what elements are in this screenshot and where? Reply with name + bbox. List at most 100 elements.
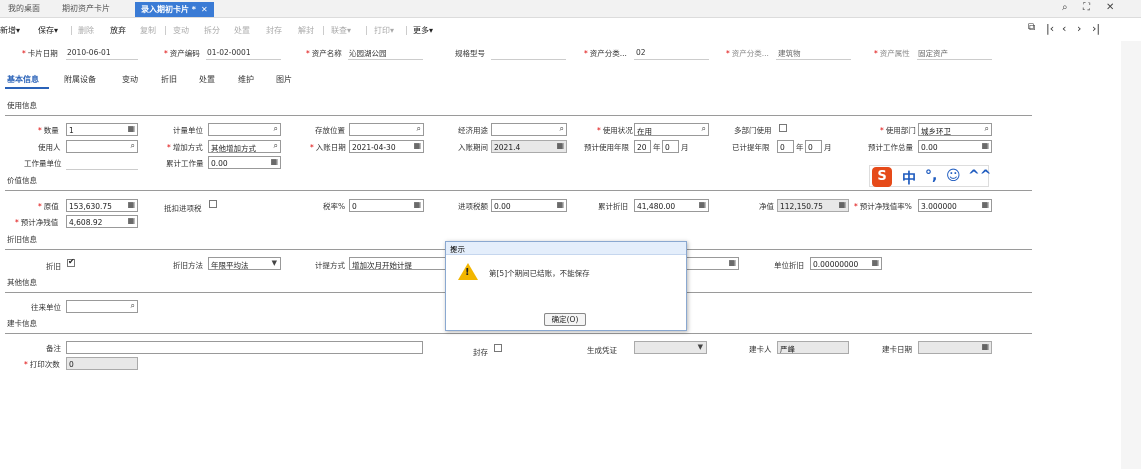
calculator-icon[interactable]: ▦ (981, 200, 989, 209)
first-record-icon[interactable]: |‹ (1046, 22, 1054, 35)
calculator-icon[interactable]: ▦ (556, 200, 564, 209)
asset-name-label-text: 资产名称 (311, 49, 342, 58)
category-value[interactable]: 02 (636, 48, 646, 57)
search-icon[interactable]: ⌕ (560, 124, 564, 134)
asset-name-value[interactable]: 沁园湖公园 (349, 48, 387, 59)
dispose-button[interactable]: 处置 (234, 25, 250, 36)
card-date-value[interactable]: 2010-06-01 (67, 48, 111, 57)
sogou-ime-toolbar[interactable]: S 中 °, ☺ ^^ (869, 165, 991, 188)
ime-chinese-mode[interactable]: 中 (902, 168, 916, 188)
ime-punctuation[interactable]: °, (925, 168, 937, 184)
tab-enter-opening-card[interactable]: 录入期初卡片 * ✕ (135, 2, 214, 17)
calculator-icon[interactable]: ▦ (127, 124, 135, 133)
life-years-input[interactable]: 20 (634, 140, 651, 153)
location-input[interactable]: ⌕ (349, 123, 424, 136)
unit-depr-input[interactable]: 0.00000000 ▦ (810, 257, 882, 270)
locate-icon[interactable]: ⧉ (1028, 22, 1035, 33)
remark-input[interactable] (66, 341, 423, 354)
search-icon[interactable]: ⌕ (274, 124, 278, 134)
user-input[interactable]: ⌕ (66, 140, 138, 153)
life-months-input[interactable]: 0 (662, 140, 679, 153)
hidden-field-input[interactable]: ▦ (687, 257, 739, 270)
econ-use-input[interactable]: ⌕ (491, 123, 567, 136)
last-record-icon[interactable]: ›| (1092, 22, 1100, 35)
depr-method-select[interactable]: 年限平均法 ▼ (208, 257, 281, 270)
new-button[interactable]: 新增▾ (0, 25, 20, 36)
right-scrollbar[interactable] (1121, 41, 1141, 469)
depr-flag-checkbox[interactable] (67, 257, 75, 267)
expected-work-input[interactable]: 0.00 ▦ (918, 140, 992, 153)
search-icon[interactable]: ⌕ (985, 124, 989, 134)
calculator-icon[interactable]: ▦ (871, 258, 879, 267)
active-tab-indicator (5, 87, 49, 89)
asset-code-value[interactable]: 01-02-0001 (207, 48, 251, 57)
usage-status-input[interactable]: 在用 ⌕ (634, 123, 709, 136)
calculator-icon[interactable]: ▦ (728, 258, 736, 267)
restore-icon[interactable]: ⛶ (1083, 2, 1090, 13)
more-button[interactable]: 更多▾ (413, 25, 433, 36)
workload-unit-input[interactable] (66, 169, 138, 170)
search-icon[interactable]: ⌕ (417, 124, 421, 134)
close-icon[interactable]: ✕ (201, 5, 208, 14)
search-icon[interactable]: ⌕ (131, 301, 135, 311)
spec-input[interactable] (491, 59, 566, 60)
calendar-icon[interactable]: ▦ (413, 141, 421, 150)
partner-input[interactable]: ⌕ (66, 300, 138, 313)
tab-disposal[interactable]: 处置 (199, 74, 215, 85)
save-button[interactable]: 保存▾ (38, 25, 58, 36)
entry-date-input[interactable]: 2021-04-30 ▦ (349, 140, 424, 153)
deduct-tax-checkbox[interactable] (209, 200, 217, 208)
next-record-icon[interactable]: › (1077, 22, 1081, 35)
tab-change[interactable]: 变动 (122, 74, 138, 85)
search-icon[interactable]: ⌕ (1062, 2, 1068, 13)
salvage-input[interactable]: 4,608.92 ▦ (66, 215, 138, 228)
accrual-select[interactable]: 增加次月开始计提 (349, 257, 446, 270)
prev-record-icon[interactable]: ‹ (1062, 22, 1066, 35)
input-tax-input[interactable]: 0.00 ▦ (491, 199, 567, 212)
ime-emoji-icon[interactable]: ☺ (946, 168, 961, 184)
copy-button[interactable]: 复制 (140, 25, 156, 36)
print-button[interactable]: 打印▾ (374, 25, 394, 36)
search-icon[interactable]: ⌕ (274, 141, 278, 151)
unit-input[interactable]: ⌕ (208, 123, 281, 136)
tab-my-desktop[interactable]: 我的桌面 (8, 3, 40, 14)
sealed-checkbox[interactable] (494, 344, 502, 352)
ime-skin-icon[interactable]: ^^ (968, 168, 991, 184)
cum-work-input[interactable]: 0.00 ▦ (208, 156, 281, 169)
used-months-input[interactable]: 0 (805, 140, 822, 153)
add-method-input[interactable]: 其他增加方式 ⌕ (208, 140, 281, 153)
calculator-icon[interactable]: ▦ (981, 141, 989, 150)
tab-opening-asset-cards[interactable]: 期初资产卡片 (62, 3, 110, 14)
calculator-icon[interactable]: ▦ (270, 157, 278, 166)
calculator-icon[interactable]: ▦ (127, 216, 135, 225)
tab-depreciation[interactable]: 折旧 (161, 74, 177, 85)
split-button[interactable]: 拆分 (204, 25, 220, 36)
dept-input[interactable]: 城乡环卫 ⌕ (918, 123, 992, 136)
tab-basic-info[interactable]: 基本信息 (7, 74, 39, 85)
search-icon[interactable]: ⌕ (131, 141, 135, 151)
unseal-button[interactable]: 解封 (298, 25, 314, 36)
cum-depr-input[interactable]: 41,480.00 ▦ (634, 199, 709, 212)
seal-button[interactable]: 封存 (266, 25, 282, 36)
tab-pictures[interactable]: 图片 (276, 74, 292, 85)
discard-button[interactable]: 放弃 (110, 25, 126, 36)
multi-dept-checkbox[interactable] (779, 124, 787, 132)
quantity-input[interactable]: 1 ▦ (66, 123, 138, 136)
calculator-icon[interactable]: ▦ (698, 200, 706, 209)
used-years-input[interactable]: 0 (777, 140, 794, 153)
salvage-rate-input[interactable]: 3.000000 ▦ (918, 199, 992, 212)
original-value-input[interactable]: 153,630.75 ▦ (66, 199, 138, 212)
chevron-down-icon: ▼ (271, 259, 277, 267)
search-icon[interactable]: ⌕ (702, 124, 706, 134)
query-button[interactable]: 联查▾ (331, 25, 351, 36)
delete-button[interactable]: 删除 (78, 25, 94, 36)
tab-attached-equipment[interactable]: 附属设备 (64, 74, 96, 85)
tax-rate-input[interactable]: 0 ▦ (349, 199, 424, 212)
calculator-icon[interactable]: ▦ (127, 200, 135, 209)
tab-maintenance[interactable]: 维护 (238, 74, 254, 85)
calculator-icon[interactable]: ▦ (413, 200, 421, 209)
close-window-icon[interactable]: ✕ (1106, 2, 1114, 13)
close-icon[interactable]: ✕ (450, 244, 682, 253)
change-button[interactable]: 变动 (173, 25, 189, 36)
ok-button[interactable]: 确定(O) (544, 313, 586, 326)
